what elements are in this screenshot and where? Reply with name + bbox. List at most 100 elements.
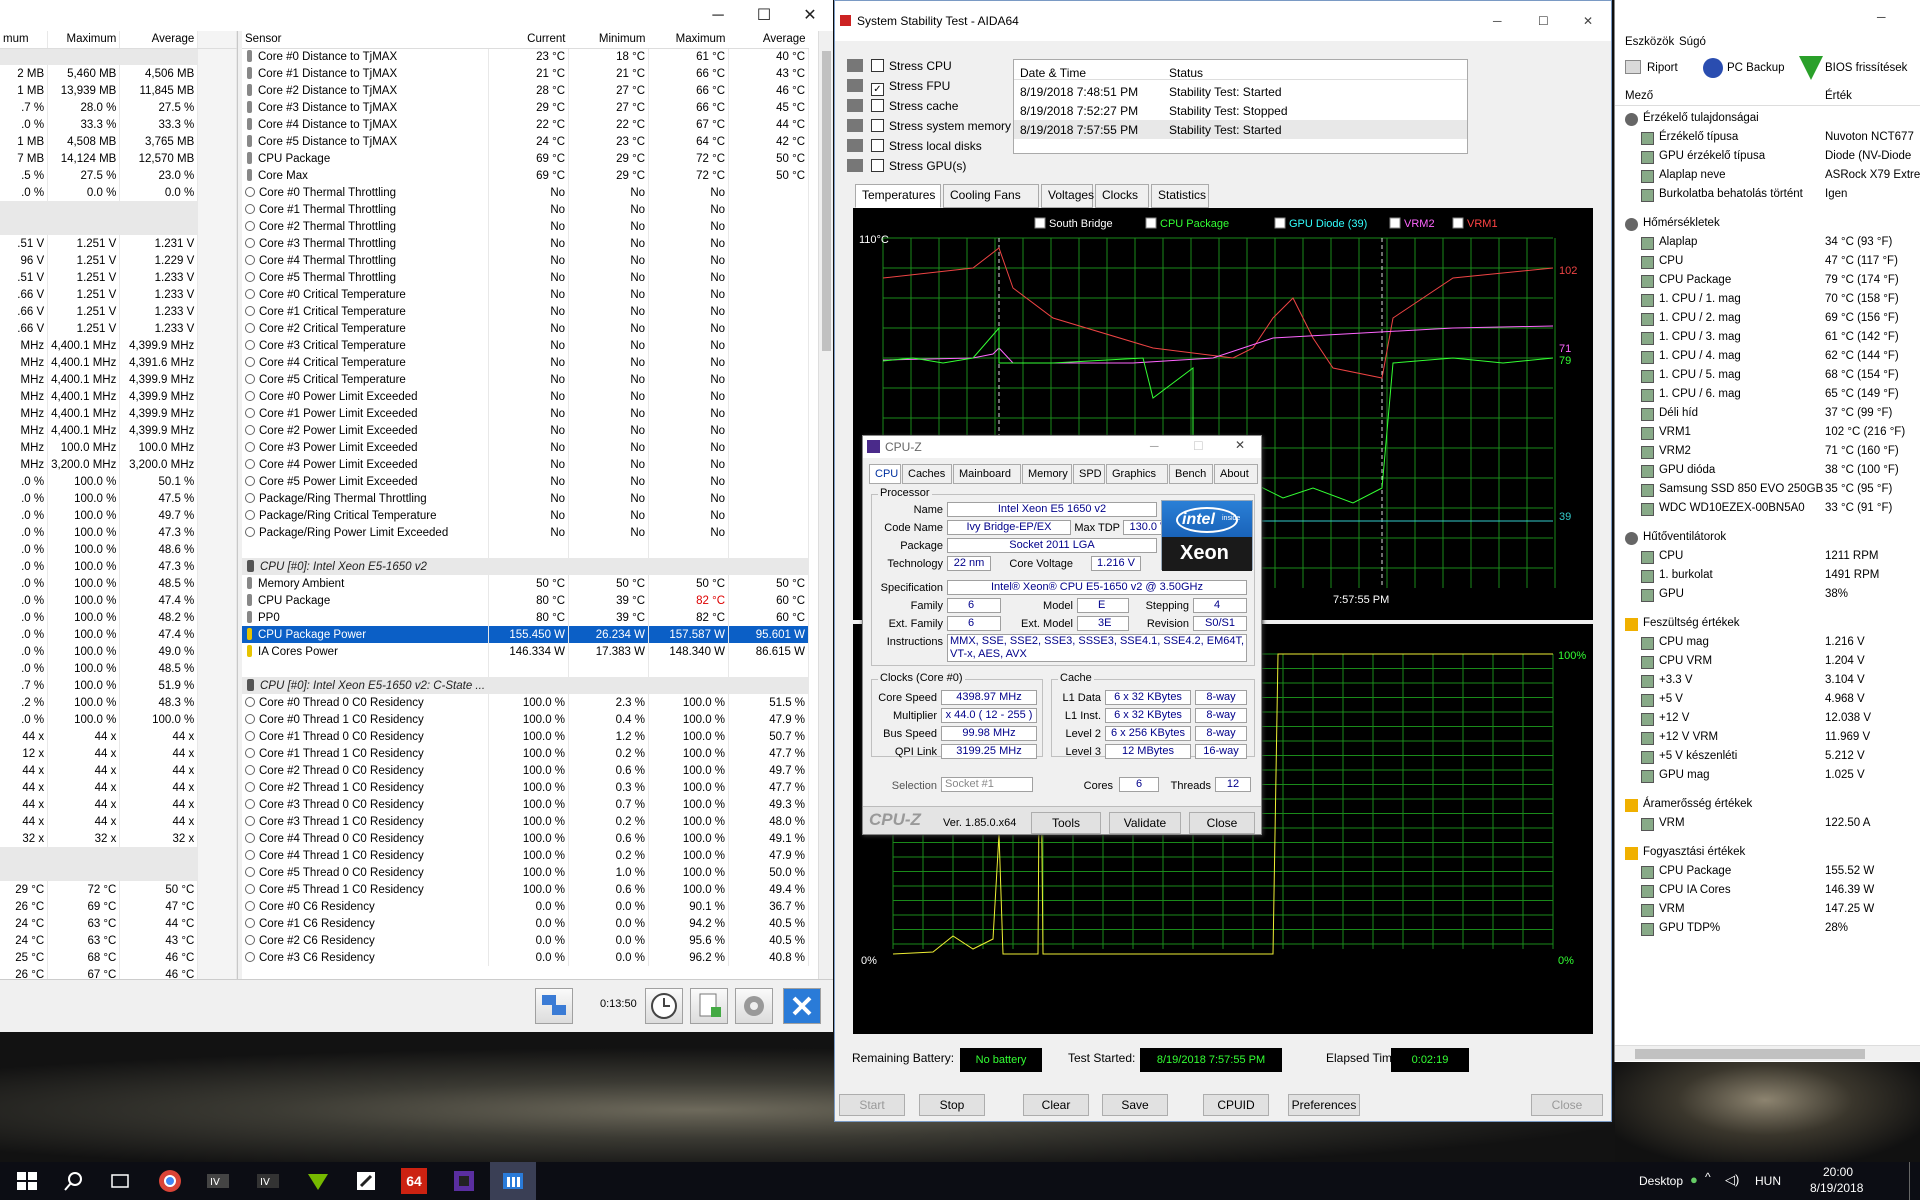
tree-group[interactable]: Hűtőventilátorok (1643, 531, 1726, 543)
minimize-button[interactable]: ─ (1493, 1, 1502, 41)
sensor-row[interactable]: Core #1 Thread 1 C0 Residency 100.0 % 0.2 … (242, 745, 810, 762)
left-table-row[interactable]: .0 % 100.0 % 47.5 % (0, 490, 237, 507)
report-button[interactable]: Riport (1647, 62, 1678, 74)
left-table-row[interactable]: 7 MB 14,124 MB 12,570 MB (0, 150, 237, 167)
col-header-maximum[interactable]: Maximum (648, 31, 729, 49)
checkbox[interactable] (871, 99, 884, 112)
checkbox[interactable] (871, 59, 884, 72)
tree-item[interactable]: WDC WD10EZEX-00BN5A0 (1659, 502, 1805, 514)
sensor-row[interactable]: Core #1 Distance to TjMAX 21 °C 21 °C 66 °C… (242, 65, 810, 82)
sensor-row[interactable]: Core #4 Critical Temperature No No No (242, 354, 810, 371)
windows-start-icon[interactable] (14, 1168, 40, 1194)
left-table-row[interactable]: 44 x 44 x 44 x (0, 762, 237, 779)
left-table-row[interactable]: 44 x 44 x 44 x (0, 728, 237, 745)
col-header-sensor[interactable]: Sensor (242, 31, 489, 49)
sensor-row[interactable]: Core #3 Thermal Throttling No No No (242, 235, 810, 252)
aida64-taskbar-icon[interactable]: 64 (401, 1168, 427, 1194)
network-icon[interactable] (535, 988, 573, 1024)
cpuz-tab-memory[interactable]: Memory (1022, 464, 1072, 484)
tree-item[interactable]: +12 V VRM (1659, 731, 1718, 743)
col-value[interactable]: Érték (1825, 90, 1852, 102)
sensor-row[interactable]: Memory Ambient 50 °C 50 °C 50 °C 50 °C (242, 575, 810, 592)
tree-item[interactable]: 1. CPU / 4. mag (1659, 350, 1741, 362)
sensor-row[interactable]: CPU Package 80 °C 39 °C 82 °C 60 °C (242, 592, 810, 609)
sensor-row[interactable]: Core #0 Thread 0 C0 Residency 100.0 % 2.3 … (242, 694, 810, 711)
checkbox[interactable] (871, 119, 884, 132)
tree-item[interactable]: VRM (1659, 903, 1685, 915)
left-table-row[interactable]: 25 °C 68 °C 46 °C (0, 949, 237, 966)
stress-option[interactable]: Stress system memory (847, 119, 1011, 133)
left-table-row[interactable]: .0 % 100.0 % 47.3 % (0, 524, 237, 541)
tools-button[interactable]: Tools (1031, 812, 1101, 834)
col-header[interactable]: mum (0, 31, 49, 49)
cpuz-tab-caches[interactable]: Caches (902, 464, 952, 484)
task-view-icon[interactable] (107, 1168, 133, 1194)
tree-item[interactable]: Samsung SSD 850 EVO 250GB (1659, 483, 1823, 495)
sensor-row[interactable]: Core #4 Distance to TjMAX 22 °C 22 °C 67 °C… (242, 116, 810, 133)
cpuid-button[interactable]: CPUID (1203, 1094, 1269, 1116)
report-icon[interactable] (690, 988, 728, 1024)
nvidia-icon[interactable] (305, 1168, 331, 1194)
sensor-row[interactable]: Core #5 Thread 1 C0 Residency 100.0 % 0.6 … (242, 881, 810, 898)
legend-checkbox[interactable] (1389, 217, 1401, 229)
tab-clocks[interactable]: Clocks (1095, 184, 1149, 208)
left-table-row[interactable]: 2 MB 5,460 MB 4,506 MB (0, 65, 237, 82)
close-button[interactable]: ✕ (1583, 1, 1593, 41)
stress-option[interactable]: ✓ Stress FPU (847, 79, 950, 96)
sensor-row[interactable]: Core #0 C6 Residency 0.0 % 0.0 % 90.1 % 36.7… (242, 898, 810, 915)
sensor-row[interactable]: Core #0 Thermal Throttling No No No (242, 184, 810, 201)
language-indicator[interactable]: HUN (1755, 1174, 1781, 1188)
tree-item[interactable]: CPU Package (1659, 865, 1731, 877)
tree-item[interactable]: GPU dióda (1659, 464, 1715, 476)
pc-backup-button[interactable]: PC Backup (1727, 62, 1785, 74)
horizontal-scrollbar[interactable] (1615, 1045, 1920, 1061)
tray-icon[interactable]: ● (1690, 1172, 1698, 1187)
gta-iv-eflc-icon[interactable]: IV (255, 1168, 281, 1194)
col-header[interactable]: Average (119, 31, 199, 49)
log-col-datetime[interactable]: Date & Time (1020, 66, 1086, 80)
socket-select[interactable]: Socket #1 (941, 777, 1033, 792)
tree-item[interactable]: Alaplap neve (1659, 169, 1726, 181)
tree-item[interactable]: VRM1 (1659, 426, 1691, 438)
left-table-row[interactable] (0, 48, 237, 65)
menu-tools[interactable]: Eszközök (1625, 36, 1674, 48)
tree-item[interactable]: +12 V (1659, 712, 1689, 724)
sensor-row[interactable]: CPU Package 69 °C 29 °C 72 °C 50 °C (242, 150, 810, 167)
legend-checkbox[interactable] (1274, 217, 1286, 229)
stop-button[interactable]: Stop (919, 1094, 985, 1116)
col-field[interactable]: Mező (1625, 90, 1653, 102)
cpuz-tab-graphics[interactable]: Graphics (1106, 464, 1168, 484)
volume-icon[interactable]: ◁) (1725, 1172, 1739, 1188)
sensor-row[interactable]: Core #0 Distance to TjMAX 23 °C 18 °C 61 °C… (242, 48, 810, 65)
tree-item[interactable]: +3.3 V (1659, 674, 1693, 686)
left-table-row[interactable] (0, 201, 237, 218)
left-table-row[interactable]: 44 x 44 x 44 x (0, 796, 237, 813)
cpuz-tab-mainboard[interactable]: Mainboard (953, 464, 1021, 484)
left-table-row[interactable]: 32 x 32 x 32 x (0, 830, 237, 847)
minimize-button[interactable]: ─ (1877, 10, 1886, 24)
left-table-row[interactable]: .66 V 1.251 V 1.233 V (0, 320, 237, 337)
left-table-row[interactable]: .7 % 28.0 % 27.5 % (0, 99, 237, 116)
left-table-row[interactable]: 44 x 44 x 44 x (0, 779, 237, 796)
start-button[interactable]: Start (839, 1094, 905, 1116)
sensor-row[interactable]: Core #2 Thread 1 C0 Residency 100.0 % 0.3 … (242, 779, 810, 796)
left-table-row[interactable] (0, 847, 237, 864)
sensor-row[interactable] (242, 660, 810, 677)
sensor-row[interactable]: Core #3 Critical Temperature No No No (242, 337, 810, 354)
left-table-row[interactable]: .2 % 100.0 % 48.3 % (0, 694, 237, 711)
scrollbar-thumb[interactable] (822, 51, 831, 351)
bios-update-button[interactable]: BIOS frissítések (1825, 62, 1907, 74)
sensor-row[interactable]: Core #1 Power Limit Exceeded No No No (242, 405, 810, 422)
tree-item[interactable]: 1. CPU / 2. mag (1659, 312, 1741, 324)
menu-help[interactable]: Súgó (1679, 36, 1706, 48)
log-row[interactable]: 8/19/2018 7:48:51 PM Stability Test: Star… (1014, 82, 1467, 101)
tree-group[interactable]: Hőmérsékletek (1643, 217, 1720, 229)
sensor-row[interactable]: Core #4 Thread 1 C0 Residency 100.0 % 0.2 … (242, 847, 810, 864)
left-table-row[interactable]: .0 % 100.0 % 48.6 % (0, 541, 237, 558)
col-header-minimum[interactable]: Minimum (568, 31, 649, 49)
sensor-row[interactable]: Core #5 Power Limit Exceeded No No No (242, 473, 810, 490)
sensor-row[interactable]: Core #1 Thread 0 C0 Residency 100.0 % 1.2 … (242, 728, 810, 745)
sensor-row[interactable]: Core #3 Power Limit Exceeded No No No (242, 439, 810, 456)
clock-time[interactable]: 20:00 (1823, 1165, 1853, 1179)
sensor-row[interactable]: Core #2 Power Limit Exceeded No No No (242, 422, 810, 439)
